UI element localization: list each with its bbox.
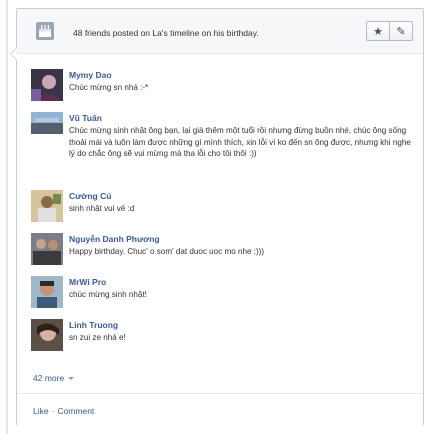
post-message: chúc mừng sinh nhật! — [69, 290, 147, 299]
like-link[interactable]: Like — [33, 406, 49, 416]
author-name[interactable]: Mymy Dao — [69, 70, 411, 81]
author-name[interactable]: Linh Truong — [69, 320, 411, 331]
story-actions: ★ ✎ — [366, 21, 413, 41]
star-button[interactable]: ★ — [367, 22, 389, 40]
post-message: Happy birthday. Chuc' o som' dat duoc uo… — [69, 247, 265, 256]
post-message: sinh nhật vui vẻ :d — [69, 204, 135, 213]
author-name[interactable]: Vũ Tuấn — [69, 113, 411, 124]
story-header: 48 friends posted on La's timeline on hi… — [17, 9, 423, 54]
post-list: Mymy Dao Chúc mừng sn nhá :-* Vũ Tuấn Ch… — [31, 69, 411, 362]
chevron-down-icon — [68, 377, 75, 381]
post-message: Chúc mừng sinh nhật ông bạn, lại già thê… — [69, 126, 411, 158]
avatar[interactable] — [31, 69, 63, 101]
edit-button[interactable]: ✎ — [389, 22, 412, 40]
post-message: sn zui ze nhá e! — [69, 333, 126, 342]
separator: · — [51, 406, 55, 416]
list-item: Linh Truong sn zui ze nhá e! — [31, 319, 411, 354]
birthday-story-card: 48 friends posted on La's timeline on hi… — [10, 8, 424, 426]
author-name[interactable]: Nguyễn Danh Phương — [69, 234, 411, 245]
footer-actions: Like · Comment — [33, 406, 94, 416]
list-item: Vũ Tuấn Chúc mừng sinh nhật ông bạn, lại… — [31, 112, 411, 182]
pencil-icon: ✎ — [396, 25, 406, 38]
story-footer: Like · Comment — [17, 393, 423, 426]
timeline-spine — [6, 0, 8, 434]
list-item: Mymy Dao Chúc mừng sn nhá :-* — [31, 69, 411, 104]
show-more-label: 42 more — [33, 373, 65, 383]
story-summary: 48 friends posted on La's timeline on hi… — [73, 28, 259, 38]
list-item: MrWi Pro chúc mừng sinh nhật! — [31, 276, 411, 311]
list-item: Nguyễn Danh Phương Happy birthday. Chuc'… — [31, 233, 411, 268]
avatar[interactable] — [31, 276, 63, 308]
avatar[interactable] — [31, 319, 63, 351]
post-message: Chúc mừng sn nhá :-* — [69, 83, 149, 92]
author-name[interactable]: Cường Cú — [69, 191, 411, 202]
author-name[interactable]: MrWi Pro — [69, 277, 411, 288]
comment-link[interactable]: Comment — [57, 406, 94, 416]
birthday-cake-icon — [36, 22, 54, 40]
avatar[interactable] — [31, 233, 63, 265]
list-item: Cường Cú sinh nhật vui vẻ :d — [31, 190, 411, 225]
avatar[interactable] — [31, 112, 63, 134]
show-more-link[interactable]: 42 more — [33, 373, 75, 383]
avatar[interactable] — [31, 190, 63, 222]
star-icon: ★ — [373, 25, 383, 38]
